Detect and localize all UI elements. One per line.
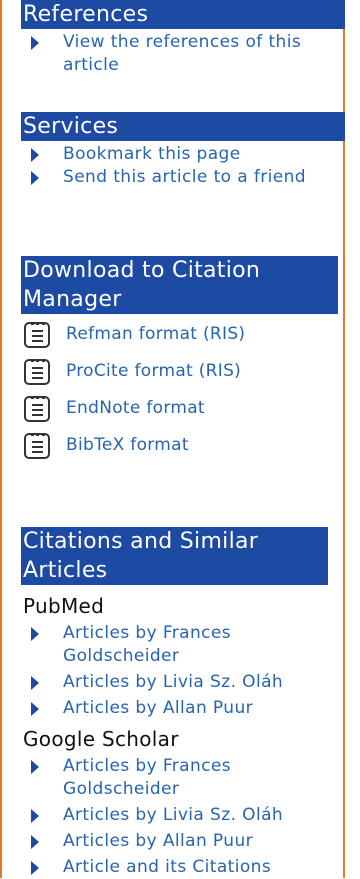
pubmed-goldscheider-link[interactable]: Articles by Frances Goldscheider xyxy=(63,623,231,666)
scholar-citations-link[interactable]: Article and its Citations xyxy=(63,857,271,877)
scholar-puur-link[interactable]: Articles by Allan Puur xyxy=(63,831,253,851)
pubmed-list-item[interactable]: Articles by Allan Puur xyxy=(21,697,345,720)
view-references-link[interactable]: View the references of this article xyxy=(63,32,301,75)
send-to-friend-link[interactable]: Send this article to a friend xyxy=(63,167,306,187)
arrow-icon xyxy=(31,702,39,716)
bookmark-link[interactable]: Bookmark this page xyxy=(63,144,241,164)
scholar-list-item[interactable]: Articles by Frances Goldscheider xyxy=(21,755,345,801)
references-header: References xyxy=(21,0,345,29)
scholar-goldscheider-link[interactable]: Articles by Frances Goldscheider xyxy=(63,756,231,799)
sidebar-frame: References View the references of this a… xyxy=(0,0,345,878)
references-list-item[interactable]: View the references of this article xyxy=(21,31,345,77)
scholar-list-item[interactable]: Article and its Citations xyxy=(21,856,345,879)
scholar-olah-link[interactable]: Articles by Livia Sz. Oláh xyxy=(63,805,283,825)
similar-articles-header: Citations and Similar Articles xyxy=(21,527,328,585)
arrow-icon xyxy=(31,171,39,185)
document-icon xyxy=(24,396,50,422)
refman-format-link[interactable]: Refman format (RIS) xyxy=(66,324,245,344)
arrow-icon xyxy=(31,676,39,690)
document-icon xyxy=(24,322,50,348)
citation-row[interactable]: EndNote format xyxy=(21,390,345,427)
pubmed-list-item[interactable]: Articles by Livia Sz. Oláh xyxy=(21,671,345,694)
arrow-icon xyxy=(31,861,39,875)
pubmed-olah-link[interactable]: Articles by Livia Sz. Oláh xyxy=(63,672,283,692)
arrow-icon xyxy=(31,36,39,50)
google-scholar-label: Google Scholar xyxy=(23,727,179,751)
arrow-icon xyxy=(31,627,39,641)
services-header: Services xyxy=(21,112,345,141)
arrow-icon xyxy=(31,835,39,849)
bibtex-format-link[interactable]: BibTeX format xyxy=(66,435,189,455)
pubmed-list-item[interactable]: Articles by Frances Goldscheider xyxy=(21,622,345,668)
document-icon xyxy=(24,359,50,385)
endnote-format-link[interactable]: EndNote format xyxy=(66,398,205,418)
services-list-item[interactable]: Bookmark this page xyxy=(21,143,345,166)
pubmed-label: PubMed xyxy=(23,594,105,618)
arrow-icon xyxy=(31,760,39,774)
pubmed-puur-link[interactable]: Articles by Allan Puur xyxy=(63,698,253,718)
citation-manager-header: Download to Citation Manager xyxy=(21,256,338,314)
citation-row[interactable]: ProCite format (RIS) xyxy=(21,353,345,390)
citation-row[interactable]: BibTeX format xyxy=(21,427,345,464)
procite-format-link[interactable]: ProCite format (RIS) xyxy=(66,361,241,381)
services-list-item[interactable]: Send this article to a friend xyxy=(21,166,345,189)
scholar-list-item[interactable]: Articles by Allan Puur xyxy=(21,830,345,853)
document-icon xyxy=(24,433,50,459)
scholar-list-item[interactable]: Articles by Livia Sz. Oláh xyxy=(21,804,345,827)
citation-row[interactable]: Refman format (RIS) xyxy=(21,316,345,353)
arrow-icon xyxy=(31,148,39,162)
arrow-icon xyxy=(31,809,39,823)
